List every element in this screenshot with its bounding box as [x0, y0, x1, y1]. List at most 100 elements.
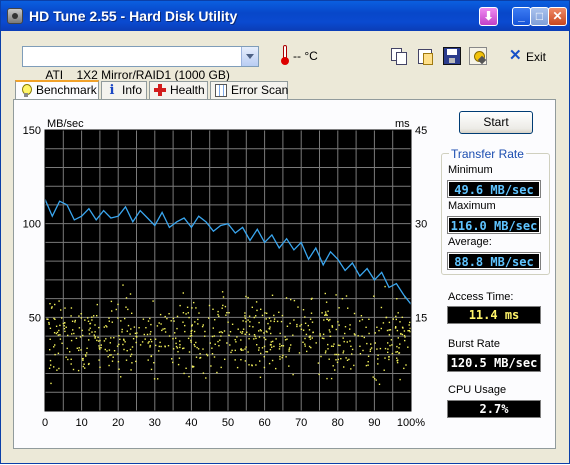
access-time-point	[247, 351, 249, 353]
access-time-point	[198, 312, 200, 314]
access-time-point	[56, 369, 58, 371]
access-time-point	[361, 335, 363, 337]
access-time-point	[110, 300, 113, 303]
access-time-point	[378, 383, 381, 385]
access-time-point	[335, 353, 338, 356]
access-time-point	[173, 320, 175, 322]
access-time-point	[267, 322, 269, 325]
access-time-point	[302, 341, 304, 343]
access-time-point	[388, 356, 390, 358]
access-time-point	[124, 317, 126, 320]
start-button[interactable]: Start	[459, 111, 533, 134]
access-time-point	[70, 315, 72, 317]
access-time-point	[400, 333, 402, 335]
access-time-point	[290, 298, 292, 301]
access-time-point	[145, 327, 147, 329]
access-time-point	[125, 306, 127, 308]
access-time-point	[64, 322, 66, 324]
access-time-point	[77, 369, 80, 372]
access-time-point	[53, 317, 55, 320]
access-time-point	[388, 329, 390, 331]
access-time-point	[402, 327, 404, 329]
access-time-point	[270, 332, 272, 335]
access-time-point	[253, 316, 255, 319]
access-time-point	[259, 376, 262, 378]
access-time-point	[50, 307, 53, 309]
access-time-point	[48, 321, 50, 324]
access-time-point	[256, 309, 258, 312]
access-time-point	[164, 315, 166, 318]
access-time-point	[331, 325, 333, 327]
access-time-point	[367, 364, 369, 366]
access-time-point	[342, 350, 345, 352]
access-time-point	[96, 315, 98, 317]
access-time-point	[99, 339, 101, 342]
access-time-point	[48, 323, 50, 325]
access-time-point	[334, 353, 336, 356]
access-time-point	[312, 331, 314, 334]
access-time-point	[149, 344, 151, 347]
access-time-point	[79, 336, 82, 338]
access-time-point	[111, 310, 113, 312]
access-time-point	[401, 333, 404, 336]
access-time-point	[199, 353, 201, 355]
access-time-point	[387, 342, 389, 344]
access-time-point	[216, 371, 218, 374]
access-time-point	[178, 357, 181, 359]
access-time-point	[218, 315, 220, 317]
access-time-point	[330, 377, 333, 380]
access-time-point	[351, 353, 353, 355]
access-time-point	[281, 356, 283, 359]
access-time-point	[129, 293, 132, 295]
access-time-point	[82, 334, 84, 337]
access-time-point	[245, 295, 247, 298]
access-time-point	[187, 312, 189, 314]
access-time-point	[160, 345, 162, 348]
access-time-point	[191, 307, 193, 309]
access-time-point	[133, 326, 136, 328]
access-time-point	[119, 338, 121, 340]
access-time-point	[409, 321, 411, 324]
access-time-point	[319, 335, 321, 337]
access-time-point	[244, 315, 246, 317]
access-time-point	[164, 328, 166, 330]
access-time-point	[190, 339, 192, 342]
access-time-point	[135, 360, 137, 363]
access-time-point	[332, 345, 334, 347]
access-time-point	[362, 349, 364, 352]
access-time-point	[230, 351, 232, 354]
access-time-point	[324, 292, 326, 295]
access-time-point	[286, 338, 288, 340]
access-time-point	[64, 307, 66, 309]
access-time-point	[197, 348, 200, 350]
access-time-point	[184, 324, 186, 327]
access-time-point	[333, 343, 335, 345]
access-time-point	[150, 368, 153, 371]
average-label: Average:	[448, 236, 492, 248]
access-time-point	[74, 319, 76, 322]
access-time-point	[149, 333, 151, 335]
access-time-point	[263, 345, 266, 348]
access-time-point	[275, 367, 277, 370]
access-time-point	[299, 325, 301, 327]
access-time-point	[221, 291, 224, 293]
access-time-point	[84, 354, 87, 356]
access-time-point	[399, 378, 401, 381]
access-time-point	[245, 346, 247, 348]
access-time-point	[328, 319, 330, 322]
access-time-point	[185, 313, 187, 315]
access-time-point	[373, 295, 375, 297]
access-time-point	[263, 356, 265, 358]
access-time-point	[239, 331, 242, 333]
access-time-point	[70, 339, 73, 342]
access-time-point	[49, 359, 52, 362]
access-time-point	[61, 317, 63, 319]
access-time-point	[213, 356, 216, 358]
access-time-point	[328, 358, 330, 360]
access-time-point	[227, 321, 229, 323]
access-time-point	[320, 355, 322, 358]
access-time-point	[217, 340, 219, 343]
access-time-point	[349, 340, 351, 342]
access-time-point	[78, 315, 80, 317]
access-time-point	[109, 342, 111, 344]
